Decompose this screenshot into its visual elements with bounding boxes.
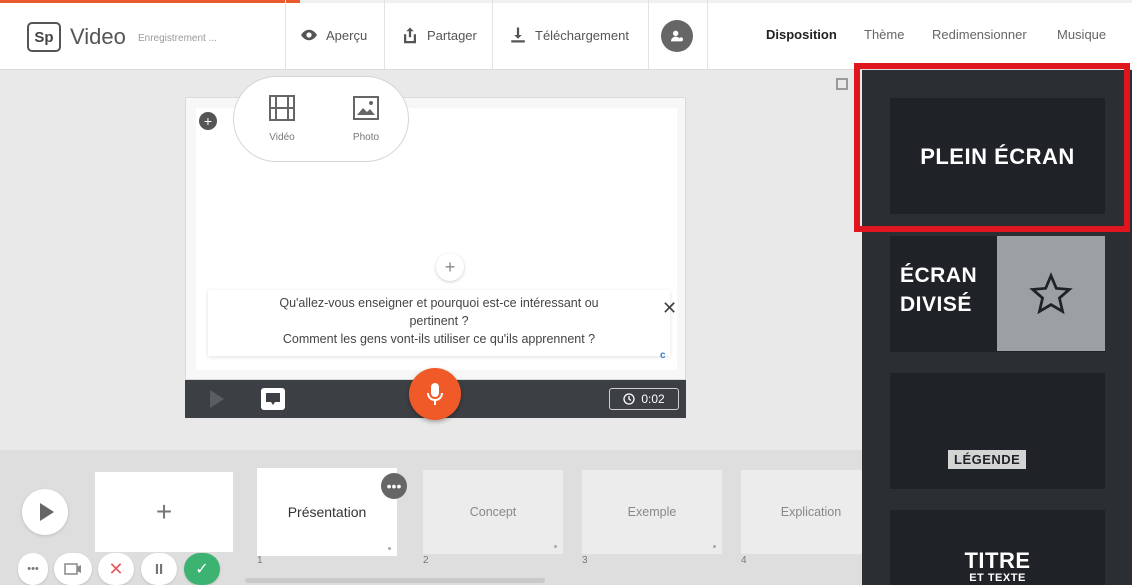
timer-value: 0:02 [641,392,665,406]
x-icon: ✕ [108,558,124,579]
slide-number: 4 [741,555,747,566]
app-name: Video [70,24,126,49]
layout-title-text[interactable]: TITRE ET TEXTE [890,510,1105,585]
prompt-line-2: pertinent ? [409,314,469,328]
layout-caption[interactable]: LÉGENDE [890,373,1105,489]
slide-card-presentation[interactable]: Présentation [257,468,397,556]
slide-card-label: Présentation [287,504,367,520]
more-options-icon[interactable]: ••• [381,473,407,499]
add-media-button[interactable]: + [199,112,217,130]
download-button[interactable]: Téléchargement [509,0,629,70]
selection-highlight [854,63,1130,232]
slide-number: 3 [582,555,588,566]
record-mic-button[interactable] [409,368,461,420]
tab-resize[interactable]: Redimensionner [932,27,1027,42]
account-button[interactable] [661,20,693,52]
confirm-recording-button[interactable]: ✓ [184,553,220,585]
top-toolbar: Sp Video Enregistrement ... Aperçu Parta… [0,0,1132,70]
add-content-button[interactable]: + [436,253,464,281]
caption-toggle-button[interactable] [261,388,285,410]
app-logo: Sp [27,22,61,52]
add-slide-button[interactable]: + [95,472,233,552]
prompt-tooltip: Qu'allez-vous enseigner et pourquoi est-… [208,290,677,356]
slide-card-explication[interactable]: Explication [741,470,881,554]
storyboard-scrollbar[interactable] [245,578,545,583]
duration-timer: 0:02 [609,388,679,410]
tab-disposition[interactable]: Disposition [766,27,837,42]
eye-icon [301,29,317,41]
layout-split-label-2: DIVISÉ [900,293,972,316]
video-label: Vidéo [269,132,295,143]
play-all-button[interactable] [22,489,68,535]
pause-button[interactable]: II [141,553,177,585]
prompt-line-1: Qu'allez-vous enseigner et pourquoi est-… [279,296,599,310]
layout-title-label-1: TITRE [964,548,1031,573]
slide-card-exemple[interactable]: Exemple [582,470,722,554]
slide-number: 2 [423,555,429,566]
slide-card-label: Exemple [627,505,677,519]
download-label: Téléchargement [535,27,629,43]
layout-title-label-2: ET TEXTE [969,572,1026,584]
storyboard: + Présentation ••• Concept Exemple Expli… [0,450,881,585]
share-button[interactable]: Partager [401,0,477,70]
camera-button[interactable] [54,553,92,585]
photo-label: Photo [352,132,380,143]
star-icon [1029,271,1073,314]
user-add-icon [671,30,683,42]
image-icon [353,96,379,120]
tab-music[interactable]: Musique [1057,27,1106,42]
prompt-line-3: Comment les gens vont-ils utiliser ce qu… [282,332,596,346]
download-icon [511,27,525,43]
play-icon[interactable] [210,390,224,408]
slide-card-label: Concept [469,505,517,519]
slide-card-concept[interactable]: Concept [423,470,563,554]
refresh-icon[interactable]: c [660,350,666,361]
saving-status: Enregistrement ... [138,33,217,44]
share-label: Partager [427,27,477,43]
photo-option[interactable]: Photo [340,93,392,143]
checkmark-icon: ✓ [195,561,209,578]
camera-icon [64,563,81,575]
split-preview [997,236,1105,351]
preview-label: Aperçu [326,27,368,43]
media-menu: Vidéo Photo [233,76,409,162]
more-icon[interactable]: ••• [18,553,48,585]
close-icon[interactable]: ✕ [662,298,677,319]
layout-split-label-1: ÉCRAN [900,264,978,287]
tab-theme[interactable]: Thème [864,27,904,42]
layout-caption-label: LÉGENDE [948,450,1027,469]
caption-icon [266,393,280,405]
video-option[interactable]: Vidéo [256,93,308,143]
layout-split-screen[interactable]: ÉCRAN DIVISÉ [890,236,1105,352]
slide-card-label: Explication [780,505,842,519]
preview-button[interactable]: Aperçu [300,0,367,70]
clock-icon [623,393,635,405]
cancel-recording-button[interactable]: ✕ [98,553,134,585]
pause-icon: II [154,560,164,578]
share-icon [404,27,416,44]
microphone-icon [427,383,443,405]
film-icon [269,95,295,121]
fit-view-icon[interactable] [836,78,848,90]
slide-number: 1 [257,555,263,566]
player-controls: 0:02 [185,368,686,420]
